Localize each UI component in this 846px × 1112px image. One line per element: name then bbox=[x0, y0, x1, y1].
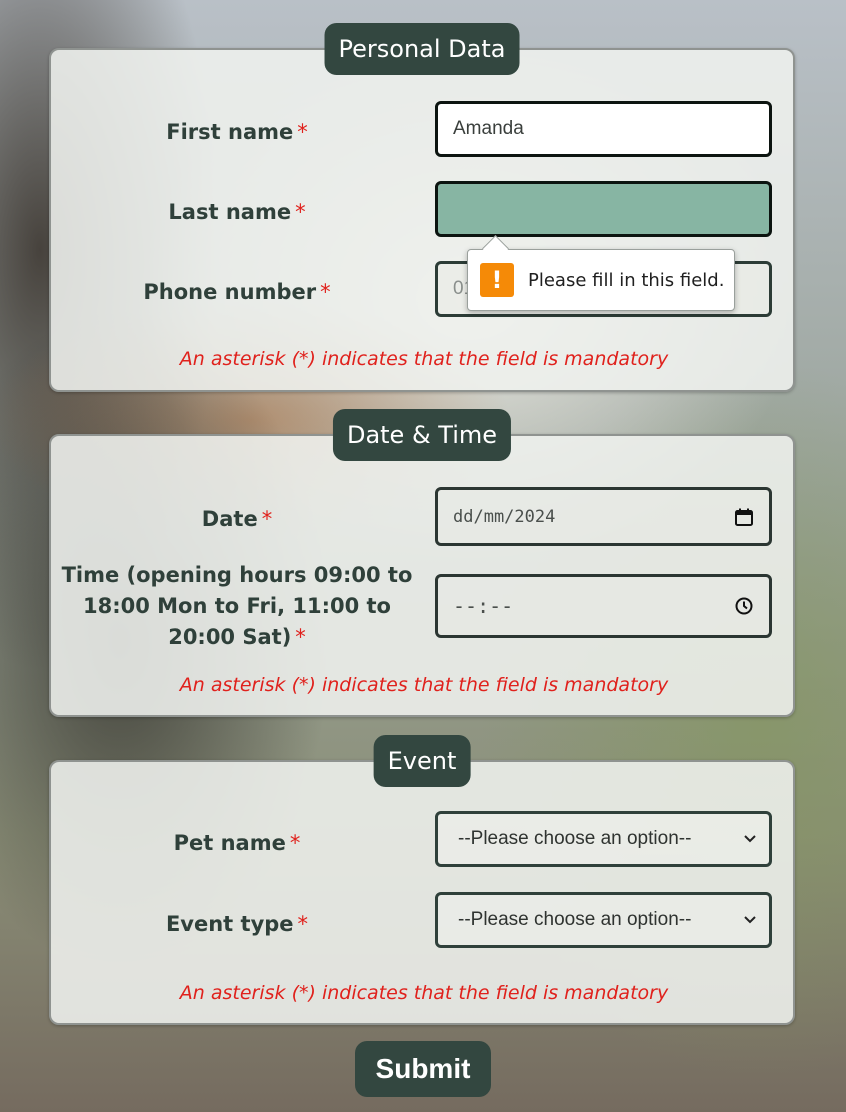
time-label-line2: 18:00 Mon to Fri, 11:00 to bbox=[83, 594, 391, 618]
tooltip-text: Please fill in this field. bbox=[528, 269, 725, 291]
time-input[interactable]: --:-- bbox=[435, 574, 772, 638]
pet-name-select[interactable]: --Please choose an option-- bbox=[435, 811, 772, 867]
mandatory-note: An asterisk (*) indicates that the field… bbox=[179, 674, 669, 696]
chevron-down-icon bbox=[744, 835, 756, 843]
chevron-down-icon bbox=[744, 916, 756, 924]
last-name-label-text: Last name bbox=[168, 200, 292, 224]
event-legend: Event bbox=[373, 735, 471, 787]
first-name-value: Amanda bbox=[453, 118, 524, 139]
phone-number-label-text: Phone number bbox=[143, 280, 317, 304]
required-asterisk: * bbox=[297, 120, 308, 144]
required-asterisk: * bbox=[297, 912, 309, 936]
personal-data-fieldset: Personal Data First name * Amanda Last na… bbox=[49, 23, 795, 392]
required-asterisk: * bbox=[295, 200, 306, 224]
personal-data-legend: Personal Data bbox=[324, 23, 520, 75]
date-input[interactable]: dd/mm/2024 bbox=[435, 487, 772, 546]
time-value: --:-- bbox=[453, 594, 514, 618]
last-name-label: Last name * bbox=[51, 197, 423, 228]
event-type-selected: --Please choose an option-- bbox=[458, 909, 692, 930]
event-type-select[interactable]: --Please choose an option-- bbox=[435, 892, 772, 948]
phone-number-label: Phone number * bbox=[51, 277, 423, 308]
time-label-line1: Time (opening hours 09:00 to bbox=[61, 563, 413, 587]
pet-name-label: Pet name * bbox=[51, 828, 423, 859]
required-asterisk: * bbox=[261, 507, 273, 531]
date-time-legend: Date & Time bbox=[332, 409, 512, 461]
last-name-input[interactable] bbox=[435, 181, 772, 237]
first-name-input[interactable]: Amanda bbox=[435, 101, 772, 157]
required-asterisk: * bbox=[295, 625, 306, 649]
time-label: Time (opening hours 09:00 to 18:00 Mon t… bbox=[51, 560, 423, 653]
pet-name-selected: --Please choose an option-- bbox=[458, 828, 692, 849]
pet-name-label-text: Pet name bbox=[173, 831, 286, 855]
event-type-label-text: Event type bbox=[165, 912, 294, 936]
mandatory-note: An asterisk (*) indicates that the field… bbox=[179, 348, 669, 370]
required-asterisk: * bbox=[320, 280, 331, 304]
required-asterisk: * bbox=[289, 831, 301, 855]
validation-tooltip: ! Please fill in this field. bbox=[467, 235, 735, 311]
warning-icon: ! bbox=[480, 263, 514, 297]
calendar-icon[interactable] bbox=[734, 507, 754, 527]
mandatory-note: An asterisk (*) indicates that the field… bbox=[179, 982, 669, 1004]
date-time-fieldset: Date & Time Date * dd/mm/2024 Time (openi… bbox=[49, 409, 795, 717]
event-type-label: Event type * bbox=[51, 909, 423, 940]
first-name-label-text: First name bbox=[166, 120, 294, 144]
date-label: Date * bbox=[51, 504, 423, 535]
submit-button[interactable]: Submit bbox=[355, 1041, 491, 1097]
time-label-line3: 20:00 Sat) bbox=[168, 625, 292, 649]
event-fieldset: Event Pet name * --Please choose an optio… bbox=[49, 735, 795, 1025]
date-value: dd/mm/2024 bbox=[453, 506, 556, 527]
clock-icon[interactable] bbox=[734, 596, 754, 616]
first-name-label: First name * bbox=[51, 117, 423, 148]
date-label-text: Date bbox=[201, 507, 258, 531]
